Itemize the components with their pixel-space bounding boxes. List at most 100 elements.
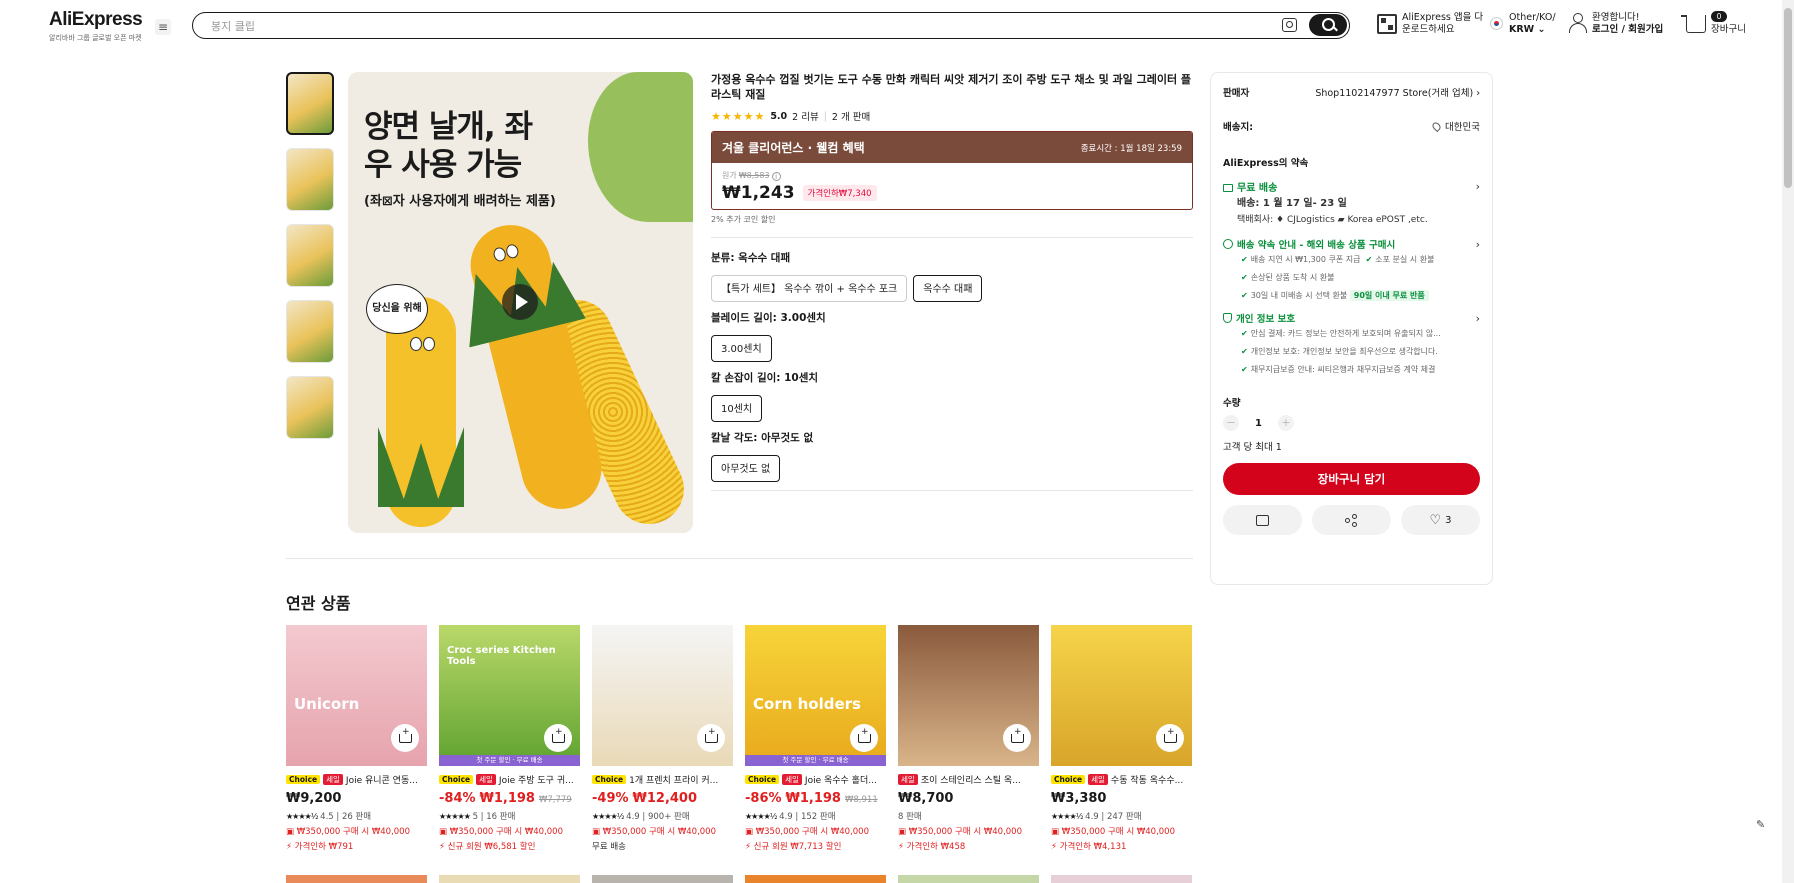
product-thumbnail[interactable]: Unicorn [286,625,427,766]
product-thumbnail[interactable]: Croc series Kitchen Tools 첫 주문 할인 · 무료 배송 [439,625,580,766]
related-product-card[interactable]: 세일조이 스테인리스 스틸 옥... ₩8,700 8 판매 ▣ ₩350,000 구… [898,625,1039,852]
review-count[interactable]: 2 리뷰 [792,109,819,123]
qr-code-icon[interactable] [1377,14,1397,34]
option-label: 칼 손잡이 길이: 10센치 [711,372,819,384]
add-to-cart-icon[interactable] [1156,724,1184,752]
add-to-cart-icon[interactable] [850,724,878,752]
product-info: 가정용 옥수수 껍질 벗기는 도구 수동 만화 캐릭터 씨앗 제거기 조이 주방… [711,72,1193,503]
edit-icon[interactable]: ✎ [1756,818,1770,832]
image-label: 첫 주문 할인 · 무료 배송 [439,755,580,766]
heart-icon: ♡ [1429,512,1442,528]
app-download-link[interactable]: AliExpress 앱을 다 운로드하세요 [1402,12,1483,36]
image-caption: Croc series Kitchen Tools [447,645,556,667]
page-scrollbar[interactable] [1782,0,1794,883]
product-thumbnail[interactable]: Corn holders 첫 주문 할인 · 무료 배송 [745,625,886,766]
top-header: AliExpress 알리바바 그룹 글로벌 오픈 마켓 ≡ 봉지 클립 Ali… [0,0,1782,50]
product-card-title[interactable]: Choice 세일 Joie 주방 도구 귀... [439,773,580,786]
promo-end-time: 종료시간 : 1월 18일 23:59 [1080,143,1182,154]
search-button[interactable] [1309,14,1347,36]
clock-icon [1223,239,1233,249]
chevron-right-icon[interactable]: › [1476,238,1480,251]
add-to-cart-icon[interactable] [697,724,725,752]
product-card-title[interactable]: Choice 세일 수동 작동 옥수수... [1051,773,1192,786]
image-label: 첫 주문 할인 · 무료 배송 [745,755,886,766]
promo-banner: 겨울 클리어런스 · 웰컴 혜택 종료시간 : 1월 18일 23:59 [712,132,1192,163]
search-bar[interactable]: 봉지 클립 [192,12,1350,39]
choice-badge: Choice [745,775,780,784]
product-card-title[interactable]: Choice 세일 Joie 유니콘 연동... [286,773,427,786]
region-currency-selector[interactable]: Other/KO/ KRW ⌄ [1509,12,1556,36]
option-button[interactable]: 아무것도 없 [711,455,781,482]
option-button[interactable]: 10센치 [711,395,763,422]
choice-badge: Choice [286,775,321,784]
chevron-right-icon[interactable]: › [1476,312,1480,325]
carrier-info: 택배회사: ♦ CJLogistics ▰ Korea ePOST ,etc. [1237,215,1428,225]
gallery-thumbnail[interactable] [286,148,334,211]
product-thumbnail[interactable] [1051,625,1192,766]
privacy-section[interactable]: 개인 정보 보호 › ✔ 안심 결제: 카드 정보는 안전하게 보호되며 유출되지 … [1223,311,1480,379]
gallery-thumbnail[interactable] [286,72,334,135]
product-thumbnail[interactable] [592,625,733,766]
option-group: 아무것도 없 [711,455,1193,482]
add-to-cart-button[interactable]: 장바구니 담기 [1223,463,1480,495]
related-product-card[interactable]: Choice세일수동 작동 옥수수... ₩3,380 ★★★★½ 4.9 | 24… [1051,625,1192,852]
user-icon[interactable] [1568,13,1587,33]
search-input[interactable]: 봉지 클립 [211,18,255,34]
menu-icon[interactable]: ≡ [155,19,171,35]
option-button[interactable]: 옥수수 대패 [913,275,983,302]
image-caption: Corn holders [753,695,861,713]
increase-button[interactable]: + [1277,415,1294,431]
login-link[interactable]: 환영합니다! 로그인 / 회원가입 [1592,12,1663,36]
product-card-discount: ⚡ 신규 회원 ₩7,713 할인 [745,842,842,852]
quantity-stepper[interactable]: − 1 + [1223,415,1480,431]
related-product-card[interactable]: Croc series Kitchen Tools 첫 주문 할인 · 무료 배송… [439,625,580,852]
original-price: 원가 ₩8,583 i [722,170,1182,181]
decrease-button[interactable]: − [1223,415,1239,431]
aliexpress-logo[interactable]: AliExpress 알리바바 그룹 글로벌 오픈 마켓 [49,9,143,43]
cart-label[interactable]: 장바구니 [1711,24,1746,36]
main-product-image[interactable]: 양면 날개, 좌 우 사용 가능 (좌⊠자 사용자에게 배려하는 제품) 당신을… [348,72,693,533]
chevron-right-icon[interactable]: › [1476,180,1480,193]
option-button[interactable]: 【특가 세트】 옥수수 깎이 + 옥수수 포크 [711,275,908,302]
cart-icon[interactable] [1681,15,1706,33]
delivery-promise-section[interactable]: 배송 약속 안내 - 해외 배송 상품 구매시 › ✔ 배송 지연 시 ₩1,300… [1223,237,1480,305]
promise-title: AliExpress의 약속 [1223,158,1309,169]
speech-bubble: 당신을 위해 [366,284,428,334]
product-card-title[interactable]: Choice 1개 프렌치 프라이 커... [592,773,733,786]
product-title: 가정용 옥수수 껍질 벗기는 도구 수동 만화 캐릭터 씨앗 제거기 조이 주방… [711,73,1192,101]
add-to-cart-icon[interactable] [391,724,419,752]
product-card-title[interactable]: 세일 조이 스테인리스 스틸 옥... [898,773,1039,786]
product-card-offer: ▣ ₩350,000 구매 시 ₩40,000 [439,827,564,837]
ship-to-row[interactable]: 배송지: 대한민국 [1223,119,1480,133]
free-shipping-section[interactable]: 무료 배송 › 배송: 1 월 17 일- 23 일 택배회사: ♦ CJLogi… [1223,179,1480,227]
cart-count-badge: 0 [1711,11,1727,22]
share-button[interactable] [1312,505,1391,535]
return-badge: 90일 이내 무료 반품 [1349,290,1429,301]
info-icon[interactable]: i [771,172,781,181]
gallery-thumbnail[interactable] [286,224,334,287]
related-product-card[interactable]: Unicorn Choice세일Joie 유니콘 연동... ₩9,200 ★★★★½… [286,625,427,852]
seller-row[interactable]: 판매자 Shop1102147977 Store(거래 업체) › [1223,85,1480,99]
current-price: ₩1,243 [722,183,795,203]
image-subline: (좌⊠자 사용자에게 배려하는 제품) [364,194,556,209]
gallery-thumbnail[interactable] [286,300,334,363]
option-button[interactable]: 3.00센치 [711,335,772,362]
product-thumbnail[interactable] [898,625,1039,766]
store-button[interactable] [1223,505,1302,535]
product-card-offer: ▣ ₩350,000 구매 시 ₩40,000 [898,827,1023,837]
scrollbar-thumb[interactable] [1784,8,1792,188]
seller-link[interactable]: Shop1102147977 Store(거래 업체) › [1315,85,1480,99]
promo-title: 겨울 클리어런스 · 웰컴 혜택 [722,141,865,155]
related-product-card[interactable]: Choice1개 프렌치 프라이 커... -49%₩12,400 ★★★★½ 4.… [592,625,733,852]
play-video-icon[interactable] [502,284,538,320]
gallery-thumbnail[interactable] [286,376,334,439]
add-to-cart-icon[interactable] [544,724,572,752]
rating-row: ★★★★★ 5.0 2 리뷰 | 2 개 판매 [711,109,871,124]
add-to-cart-icon[interactable] [1003,724,1031,752]
product-card-offer: ▣ ₩350,000 구매 시 ₩40,000 [286,827,411,837]
quantity-value[interactable]: 1 [1255,418,1262,429]
image-search-icon[interactable] [1282,18,1297,32]
related-product-card[interactable]: Corn holders 첫 주문 할인 · 무료 배송 Choice세일Joie … [745,625,886,852]
wishlist-button[interactable]: ♡ 3 [1401,505,1480,535]
product-card-title[interactable]: Choice 세일 Joie 옥수수 홀더... [745,773,886,786]
